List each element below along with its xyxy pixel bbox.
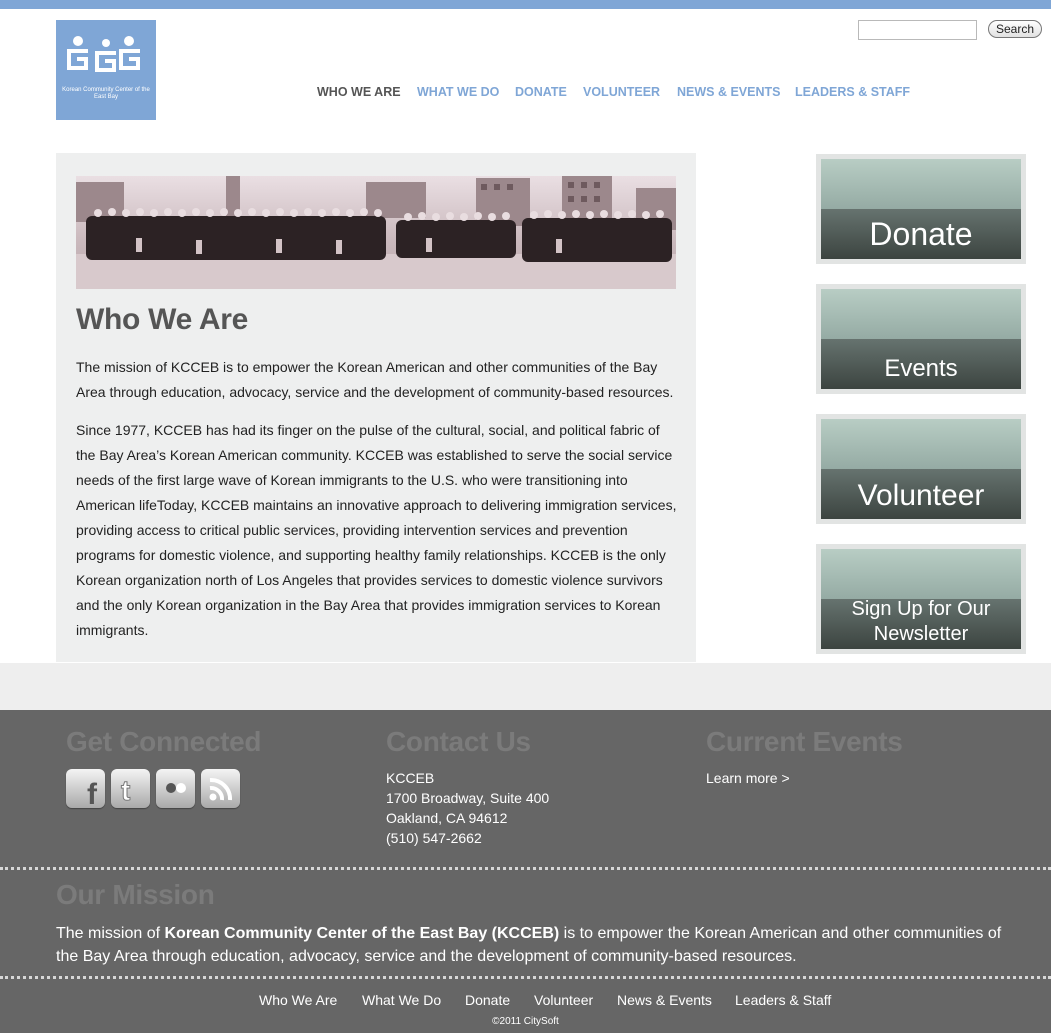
newsletter-button-label: Sign Up for Our Newsletter — [851, 598, 991, 645]
contact-org: KCCEB — [386, 770, 435, 786]
footer-nav-donate[interactable]: Donate — [465, 992, 510, 1008]
contact-phone: (510) 547-2662 — [386, 830, 482, 846]
twitter-icon[interactable]: t — [111, 769, 150, 808]
donate-button[interactable]: Donate — [816, 154, 1026, 264]
svg-text:t: t — [121, 775, 130, 806]
footer-divider — [0, 976, 1051, 979]
logo-people-icon — [67, 36, 140, 72]
logo[interactable]: Korean Community Center of the East Bay — [56, 20, 156, 120]
contact-us-heading: Contact Us — [386, 726, 531, 757]
footer-divider — [0, 867, 1051, 870]
hero-photo — [76, 176, 676, 289]
nav-volunteer[interactable]: VOLUNTEER — [583, 85, 660, 99]
page-title: Who We Are — [76, 303, 249, 336]
mission-prefix: The mission of — [56, 925, 165, 942]
history-paragraph: Since 1977, KCCEB has had its finger on … — [76, 422, 677, 638]
contact-address-street: 1700 Broadway, Suite 400 — [386, 790, 550, 806]
current-events-heading: Current Events — [706, 726, 903, 757]
newsletter-signup-button[interactable]: Sign Up for Our Newsletter — [816, 544, 1026, 654]
our-mission-heading: Our Mission — [56, 879, 215, 910]
footer-nav-news-events[interactable]: News & Events — [617, 992, 712, 1008]
nav-donate[interactable]: DONATE — [515, 85, 567, 99]
nav-what-we-do[interactable]: WHAT WE DO — [417, 85, 499, 99]
main-nav: WHO WE ARE WHAT WE DO DONATE VOLUNTEER N… — [0, 85, 1051, 101]
footer-nav-who-we-are[interactable]: Who We Are — [259, 992, 337, 1008]
mission-org-name: Korean Community Center of the East Bay … — [164, 925, 560, 942]
footer-nav-leaders-staff[interactable]: Leaders & Staff — [735, 992, 831, 1008]
volunteer-button-label: Volunteer — [857, 479, 985, 512]
copyright: ©2011 CitySoft — [492, 1016, 559, 1027]
svg-text:f: f — [87, 778, 98, 808]
events-button-label: Events — [884, 355, 958, 382]
learn-more-link[interactable]: Learn more > — [706, 770, 790, 786]
top-accent-bar — [0, 0, 1051, 9]
content-bottom-band — [0, 663, 1051, 710]
get-connected-heading: Get Connected — [66, 726, 262, 757]
nav-news-events[interactable]: NEWS & EVENTS — [677, 85, 781, 99]
volunteer-button[interactable]: Volunteer — [816, 414, 1026, 524]
rss-icon[interactable] — [201, 769, 240, 808]
main-content: Who We Are The mission of KCCEB is to em… — [56, 153, 696, 662]
footer-nav-volunteer[interactable]: Volunteer — [534, 992, 593, 1008]
events-button[interactable]: Events — [816, 284, 1026, 394]
search-input[interactable] — [858, 20, 977, 40]
footer: Get Connected f t Contact Us KCCEB 1700 … — [0, 710, 1051, 1033]
nav-who-we-are[interactable]: WHO WE ARE — [317, 85, 401, 99]
flickr-icon[interactable] — [156, 769, 195, 808]
nav-leaders-staff[interactable]: LEADERS & STAFF — [795, 85, 910, 99]
footer-mission-text: The mission of Korean Community Center o… — [56, 922, 1026, 968]
search-button[interactable]: Search — [988, 20, 1042, 38]
donate-button-label: Donate — [869, 216, 973, 252]
facebook-icon[interactable]: f — [66, 769, 105, 808]
mission-paragraph: The mission of KCCEB is to empower the K… — [76, 359, 674, 400]
footer-nav-what-we-do[interactable]: What We Do — [362, 992, 441, 1008]
contact-address-city: Oakland, CA 94612 — [386, 810, 508, 826]
